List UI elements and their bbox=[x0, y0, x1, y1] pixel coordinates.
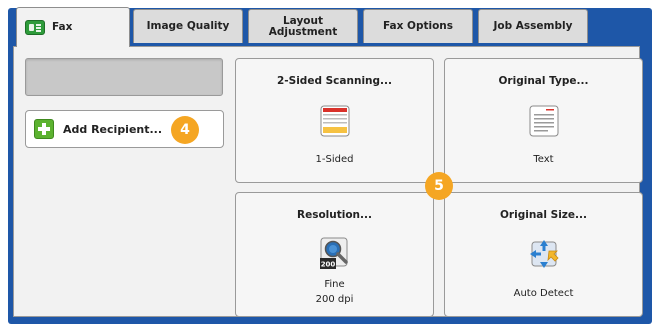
tab-layout-adjustment[interactable]: Layout Adjustment bbox=[248, 9, 358, 43]
tab-fax-options[interactable]: Fax Options bbox=[363, 9, 473, 43]
resolution-value-quality: Fine bbox=[324, 279, 345, 290]
two-sided-scanning-value: 1-Sided bbox=[315, 154, 354, 165]
auto-detect-size-icon bbox=[529, 240, 559, 268]
tab-fax-options-label: Fax Options bbox=[382, 20, 454, 32]
fax-panel: Add Recipient... 2-Sided Scanning... 1-S… bbox=[13, 46, 643, 317]
resolution-title: Resolution... bbox=[296, 209, 373, 221]
original-size-value: Auto Detect bbox=[513, 288, 574, 299]
two-sided-scanning-title: 2-Sided Scanning... bbox=[276, 75, 392, 87]
callout-badge-second: 5 bbox=[425, 172, 453, 200]
resolution-value: Fine 200 dpi bbox=[236, 277, 433, 307]
text-document-icon bbox=[529, 105, 558, 137]
original-type-button[interactable]: Original Type... Text bbox=[444, 58, 643, 183]
callout-badge-first: 4 bbox=[171, 116, 199, 144]
tab-job-assembly-label: Job Assembly bbox=[493, 20, 573, 32]
original-type-title: Original Type... bbox=[498, 75, 589, 87]
two-sided-scanning-button[interactable]: 2-Sided Scanning... 1-Sided bbox=[235, 58, 434, 183]
recipient-field[interactable] bbox=[25, 58, 223, 96]
tab-fax[interactable]: Fax bbox=[16, 7, 130, 47]
one-sided-document-icon bbox=[320, 105, 349, 137]
add-plus-icon bbox=[34, 119, 54, 139]
tab-image-quality[interactable]: Image Quality bbox=[133, 9, 243, 43]
fax-icon bbox=[25, 20, 45, 35]
add-recipient-label: Add Recipient... bbox=[63, 122, 163, 136]
tab-layout-adjustment-label: Layout Adjustment bbox=[268, 14, 338, 38]
original-size-button[interactable]: Original Size... Auto Detect bbox=[444, 192, 643, 317]
resolution-value-dpi: 200 dpi bbox=[315, 294, 354, 305]
tab-image-quality-label: Image Quality bbox=[146, 20, 230, 32]
tab-job-assembly[interactable]: Job Assembly bbox=[478, 9, 588, 43]
resolution-button[interactable]: Resolution... 200 Fine 200 dpi bbox=[235, 192, 434, 317]
resolution-magnifier-icon: 200 bbox=[319, 237, 348, 269]
original-size-title: Original Size... bbox=[500, 209, 587, 221]
original-type-value: Text bbox=[533, 154, 554, 165]
resolution-icon-badge: 200 bbox=[320, 261, 335, 269]
tab-fax-label: Fax bbox=[52, 21, 73, 33]
